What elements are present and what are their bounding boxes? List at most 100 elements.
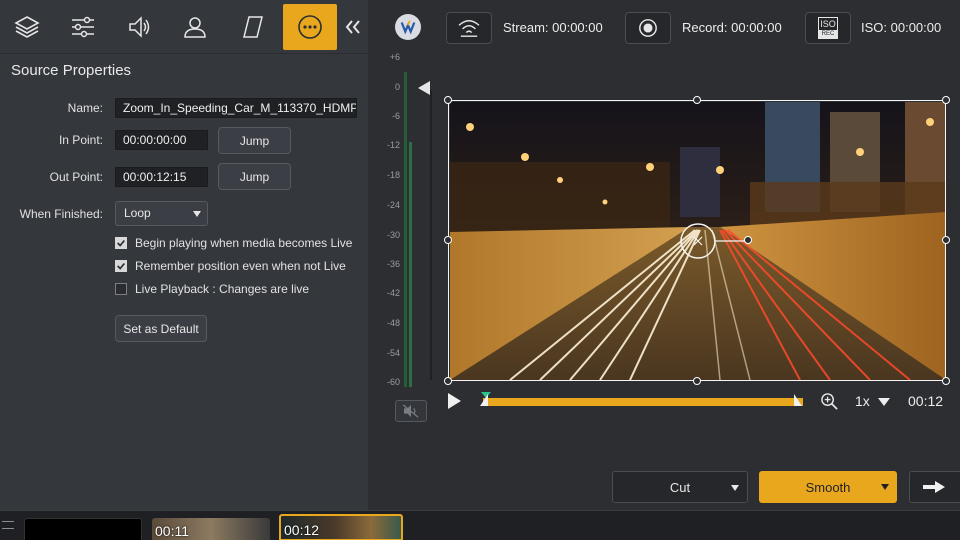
checkbox-label: Live Playback : Changes are live — [135, 282, 310, 296]
playback-speed[interactable]: 1x — [855, 393, 890, 409]
collapse-panel-button[interactable] — [340, 12, 366, 42]
panel-tab-bar — [0, 0, 368, 54]
parallelogram-icon — [243, 16, 263, 38]
when-finished-select[interactable]: Loop — [115, 201, 208, 226]
play-button[interactable] — [448, 393, 461, 409]
record-button[interactable] — [625, 12, 671, 44]
app-logo-icon — [395, 14, 421, 40]
meter-tick: -48 — [386, 318, 400, 328]
chevron-down-icon — [731, 485, 739, 491]
meter-tick: -30 — [386, 230, 400, 240]
meter-tick: -6 — [391, 111, 400, 121]
iso-badge-sub: REC — [819, 30, 837, 38]
in-point-field[interactable]: 00:00:00:00 — [115, 130, 208, 150]
panel-title: Source Properties — [11, 62, 132, 79]
sliders-icon — [72, 16, 94, 38]
meter-tick: -42 — [386, 288, 400, 298]
chevron-down-icon — [877, 398, 890, 406]
tab-audio[interactable] — [112, 4, 166, 50]
mute-button[interactable] — [395, 400, 427, 422]
cut-label: Cut — [669, 479, 691, 495]
volume-pointer-icon[interactable] — [418, 81, 430, 95]
when-finished-value: Loop — [124, 206, 151, 220]
checkbox-label: Remember position even when not Live — [135, 259, 346, 273]
timeline-track[interactable] — [483, 398, 803, 406]
double-chevron-left-icon — [345, 20, 360, 34]
record-status: Record: 00:00:00 — [682, 20, 782, 35]
set-as-default-button[interactable]: Set as Default — [115, 315, 207, 342]
app-window: Source Properties Name: Zoom_In_Speeding… — [0, 0, 960, 540]
name-field[interactable]: Zoom_In_Speeding_Car_M_113370_HDMP — [115, 98, 357, 118]
iso-rec-icon: ISO REC — [818, 17, 838, 39]
input-thumbnail[interactable] — [24, 518, 142, 540]
tab-more[interactable] — [283, 4, 337, 50]
input-thumbnail-time: 00:11 — [155, 523, 189, 539]
drag-handle-icon[interactable] — [2, 521, 14, 529]
cut-transition-button[interactable]: Cut — [612, 471, 748, 503]
meter-tick: 0 — [394, 82, 400, 92]
smooth-transition-button[interactable]: Smooth — [759, 471, 897, 503]
zoom-button[interactable] — [820, 392, 839, 416]
person-icon — [184, 17, 206, 38]
iso-record-button[interactable]: ISO REC — [805, 12, 851, 44]
checkbox-empty-icon — [115, 283, 127, 295]
checkmark-icon — [115, 260, 127, 272]
layers-icon — [14, 16, 40, 38]
record-icon — [639, 19, 657, 37]
speaker-icon — [129, 16, 150, 38]
checkbox-live-playback[interactable]: Live Playback : Changes are live — [115, 282, 309, 296]
out-point-label: Out Point: — [49, 170, 103, 184]
meter-tick: -12 — [386, 140, 400, 150]
night-highway-image — [450, 102, 946, 380]
out-point-field[interactable]: 00:00:12:15 — [115, 167, 208, 187]
tab-transform[interactable] — [226, 4, 280, 50]
playback-speed-value: 1x — [855, 393, 870, 409]
input-tray: 00:11 00:12 — [0, 510, 960, 540]
meter-tick: -24 — [386, 200, 400, 210]
checkbox-label: Begin playing when media becomes Live — [135, 236, 353, 250]
ellipsis-icon — [298, 15, 322, 39]
out-point-jump-button[interactable]: Jump — [218, 163, 291, 190]
meter-separator — [430, 90, 432, 380]
meter-bar-right — [409, 142, 412, 387]
chevron-down-icon — [881, 484, 889, 490]
properties-panel: Source Properties Name: Zoom_In_Speeding… — [0, 0, 368, 510]
chevron-down-icon — [193, 211, 201, 217]
tab-user[interactable] — [168, 4, 222, 50]
meter-tick: -60 — [386, 377, 400, 387]
checkbox-begin-playing[interactable]: Begin playing when media becomes Live — [115, 236, 352, 250]
tab-layers[interactable] — [0, 4, 54, 50]
stream-status: Stream: 00:00:00 — [503, 20, 603, 35]
audio-meter: +6 0 -6 -12 -18 -24 -30 -36 -42 -48 -54 … — [378, 52, 412, 392]
output-toolbar: Stream: 00:00:00 Record: 00:00:00 ISO RE… — [368, 0, 960, 56]
arrow-right-icon — [923, 481, 945, 493]
meter-tick: -54 — [386, 348, 400, 358]
checkmark-icon — [115, 237, 127, 249]
iso-badge-text: ISO — [820, 19, 836, 29]
input-thumbnail-time: 00:12 — [284, 522, 320, 538]
active-input-thumbnail[interactable]: 00:12 — [279, 514, 403, 540]
name-label: Name: — [67, 101, 103, 115]
iso-status: ISO: 00:00:00 — [861, 20, 942, 35]
preview-area: Stream: 00:00:00 Record: 00:00:00 ISO RE… — [368, 0, 960, 510]
wireless-icon — [458, 20, 480, 37]
meter-bar-left — [404, 72, 407, 387]
tab-adjust[interactable] — [56, 4, 110, 50]
when-finished-label: When Finished: — [19, 207, 103, 221]
muted-speaker-icon — [402, 404, 419, 418]
in-point-jump-button[interactable]: Jump — [218, 127, 291, 154]
current-time: 00:12 — [908, 393, 944, 409]
meter-tick: +6 — [389, 52, 400, 62]
meter-tick: -36 — [386, 259, 400, 269]
meter-tick: -18 — [386, 170, 400, 180]
smooth-label: Smooth — [805, 479, 851, 495]
in-marker-icon[interactable] — [480, 394, 488, 406]
input-thumbnail[interactable]: 00:11 — [152, 518, 270, 540]
out-marker-icon[interactable] — [794, 394, 802, 406]
take-button[interactable] — [909, 471, 960, 503]
checkbox-remember-position[interactable]: Remember position even when not Live — [115, 259, 346, 273]
zoom-in-icon — [821, 393, 838, 410]
video-preview[interactable] — [450, 102, 946, 380]
in-point-label: In Point: — [58, 133, 103, 147]
stream-button[interactable] — [446, 12, 492, 44]
